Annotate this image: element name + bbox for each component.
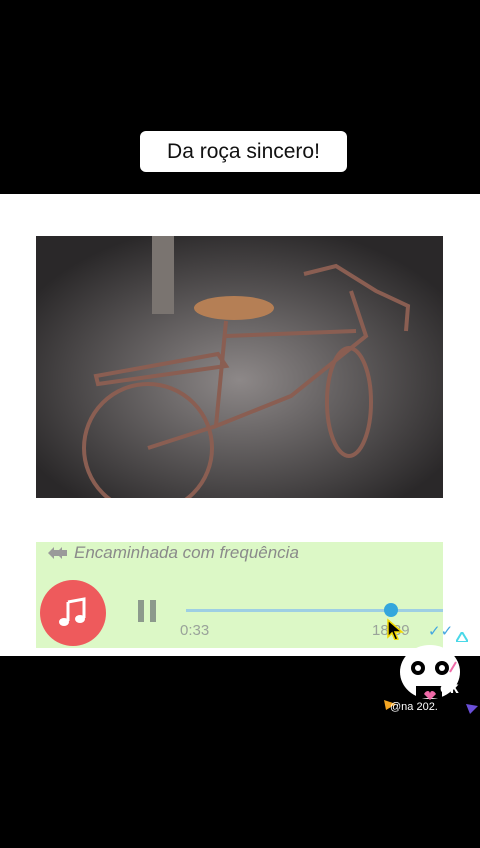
pause-icon[interactable] [136,600,158,622]
forwarded-text: Encaminhada com frequência [74,543,299,562]
purple-triangle-icon [466,704,478,714]
forward-arrows-icon [48,547,67,559]
audio-progress-handle[interactable] [384,603,398,617]
forwarded-label: Encaminhada com frequência [46,542,299,564]
watermark-text: ok [440,680,459,697]
watermark-handle: @na 202. [390,701,438,713]
video-caption: Da roça sincero! [140,131,347,172]
bicycle-illustration [36,236,443,498]
double-check-icon: ✓✓ [428,623,454,640]
sparkle-icon [456,632,468,642]
audio-avatar [40,580,106,646]
bicycle-photo [36,236,443,498]
elapsed-time: 0:33 [180,622,210,639]
pointer-cursor-icon [387,618,404,640]
music-note-icon [59,597,86,626]
audio-progress-track[interactable] [186,609,443,612]
voice-message-bubble[interactable]: Encaminhada com frequência 0:33 18:39 ✓✓ [36,542,453,648]
